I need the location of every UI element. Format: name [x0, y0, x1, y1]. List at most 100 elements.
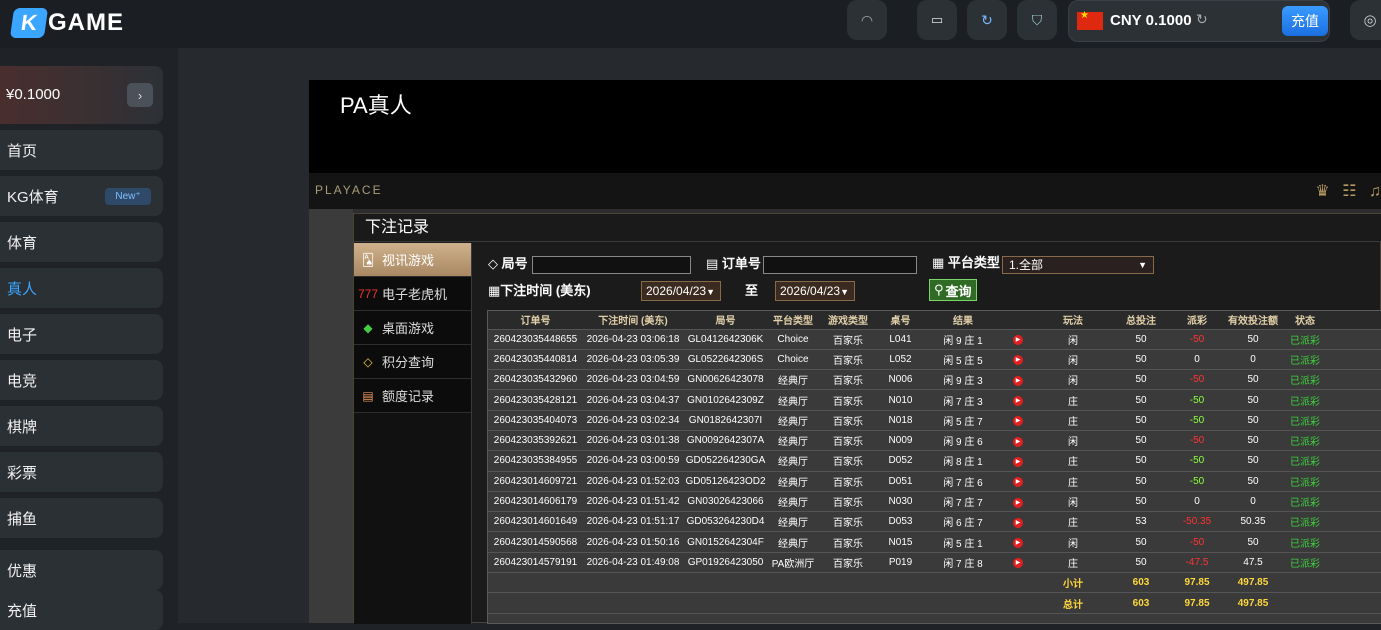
col-payout: 派彩: [1169, 311, 1225, 330]
currency-code: CNY: [1110, 12, 1142, 29]
to-label: 至: [745, 283, 759, 298]
menu-item-credit[interactable]: ▤ 额度记录: [354, 379, 471, 413]
cell-table-no: D053: [878, 511, 923, 533]
subtotal-spacer: [488, 572, 1033, 594]
kgame-logo[interactable]: K GAME: [9, 6, 124, 40]
cell-order-no: 260423014590568: [488, 531, 583, 553]
sidebar-item-cards[interactable]: 棋牌: [0, 406, 163, 446]
extra-cell: [1329, 389, 1381, 411]
cell-play: 闲: [1033, 349, 1113, 371]
table-row: 260423014609721 2026-04-23 01:52:03 GD0512…: [488, 471, 1381, 492]
cell-round-no: GN0182642307I: [683, 410, 768, 431]
date-from-picker[interactable]: 2026/04/23▼: [641, 281, 721, 301]
sidebar-item-lottery[interactable]: 彩票: [0, 452, 163, 492]
chat-icon[interactable]: ☷: [1342, 183, 1356, 200]
play-icon[interactable]: ▶: [1013, 436, 1023, 447]
play-icon[interactable]: ▶: [1013, 335, 1023, 346]
total-valid: 497.85: [1225, 592, 1281, 614]
round-input[interactable]: [532, 256, 691, 274]
play-icon[interactable]: ▶: [1013, 416, 1023, 427]
replay-cell: ▶: [1003, 430, 1033, 452]
cell-round-no: GD05126423OD2: [683, 471, 768, 492]
shield-icon: ⛉: [1031, 11, 1043, 28]
sidebar-item-slots[interactable]: 电子: [0, 314, 163, 354]
speed-button[interactable]: ◠: [847, 0, 887, 40]
subtotal-row: 小计 603 97.85 497.85: [488, 572, 1381, 594]
table-row: 260423035440814 2026-04-23 03:05:39 GL0522…: [488, 349, 1381, 371]
menu-item-points[interactable]: ◇ 积分查询: [354, 345, 471, 379]
play-icon[interactable]: ▶: [1013, 355, 1023, 366]
play-icon[interactable]: ▶: [1013, 538, 1023, 549]
sidebar-item-home[interactable]: 首页: [0, 130, 163, 170]
cell-play: 闲: [1033, 329, 1113, 350]
platform-select[interactable]: 1.全部 ▼: [1002, 256, 1154, 274]
sidebar-item-promotions[interactable]: 优惠: [0, 550, 163, 590]
play-icon[interactable]: ▶: [1013, 396, 1023, 407]
music-icon[interactable]: ♫: [1369, 183, 1381, 200]
cell-table-no: L052: [878, 349, 923, 371]
sidebar-item-esports[interactable]: 电竞: [0, 360, 163, 400]
cell-result: 闲 7 庄 8: [923, 552, 1003, 574]
play-icon[interactable]: ▶: [1013, 456, 1023, 467]
cell-platform: Choice: [768, 329, 818, 350]
col-game-type: 游戏类型: [818, 311, 878, 330]
cell-bet-time: 2026-04-23 03:04:59: [583, 369, 683, 391]
cell-payout: -50: [1169, 389, 1225, 411]
table-row: 260423014606179 2026-04-23 01:51:42 GN0302…: [488, 491, 1381, 513]
play-icon[interactable]: ▶: [1013, 375, 1023, 386]
extra-cell: [1329, 349, 1381, 371]
play-icon[interactable]: ▶: [1013, 517, 1023, 528]
cell-total-bet: 50: [1113, 349, 1169, 371]
play-icon[interactable]: ▶: [1013, 477, 1023, 488]
cell-table-no: N018: [878, 410, 923, 431]
search-button[interactable]: ⚲ 查询: [929, 279, 977, 301]
cell-bet-time: 2026-04-23 03:04:37: [583, 389, 683, 411]
sidebar-item-recharge[interactable]: 充值: [0, 590, 163, 630]
sidebar-item-label: 体育: [7, 234, 38, 252]
cell-status: 已派彩: [1281, 329, 1329, 350]
play-icon[interactable]: ▶: [1013, 497, 1023, 508]
order-input[interactable]: [763, 256, 917, 274]
date-to-picker[interactable]: 2026/04/23▼: [775, 281, 855, 301]
menu-item-slots[interactable]: 777 电子老虎机: [354, 277, 471, 311]
cell-play: 庄: [1033, 389, 1113, 411]
sidebar-item-label: 真人: [7, 280, 38, 298]
sidebar-item-sports[interactable]: 体育: [0, 222, 163, 262]
refresh-button[interactable]: ↻: [967, 0, 1007, 40]
refresh-balance-icon[interactable]: ↻: [1196, 11, 1208, 28]
table-body: 260423035448655 2026-04-23 03:06:18 GL0412…: [488, 329, 1381, 574]
tag-icon: ◇: [488, 256, 498, 271]
total-row: 总计 603 97.85 497.85: [488, 592, 1381, 614]
cell-total-bet: 50: [1113, 531, 1169, 553]
document-icon: ▤: [362, 388, 374, 403]
cell-bet-time: 2026-04-23 03:05:39: [583, 349, 683, 371]
cell-valid-bet: 50: [1225, 329, 1281, 350]
cell-result: 闲 8 庄 1: [923, 450, 1003, 472]
cell-valid-bet: 50: [1225, 450, 1281, 472]
chevron-right-icon[interactable]: ›: [127, 83, 153, 107]
vip-button[interactable]: ⛉: [1017, 0, 1057, 40]
language-button[interactable]: ◎: [1350, 0, 1381, 40]
order-label-text: 订单号: [721, 256, 761, 271]
sidebar-item-fishing[interactable]: 捕鱼: [0, 498, 163, 538]
cell-order-no: 260423035404073: [488, 410, 583, 431]
menu-item-label: 桌面游戏: [382, 321, 435, 336]
sidebar-item-label: 棋牌: [7, 418, 38, 436]
table-row: 260423035404073 2026-04-23 03:02:34 GN0182…: [488, 410, 1381, 431]
bet-record-panel: 下注记录 🂡 视讯游戏 777 电子老虎机 ◆ 桌面游戏 ◇ 积分查询 ▤ 额度记录 ◇ …: [353, 213, 1381, 624]
wallet-toggle-button[interactable]: ▭: [917, 0, 957, 40]
diamond-icon: ◇: [363, 354, 373, 369]
extra-cell: [1329, 531, 1381, 553]
recharge-button[interactable]: 充值: [1282, 6, 1328, 36]
menu-item-live-games[interactable]: 🂡 视讯游戏: [354, 243, 471, 277]
cell-game-type: 百家乐: [818, 329, 878, 350]
cell-status: 已派彩: [1281, 450, 1329, 472]
crown-icon[interactable]: ♛: [1315, 183, 1329, 200]
sidebar-item-live[interactable]: 真人: [0, 268, 163, 308]
record-menu: 🂡 视讯游戏 777 电子老虎机 ◆ 桌面游戏 ◇ 积分查询 ▤ 额度记录: [354, 243, 472, 624]
sidebar-item-label: 捕鱼: [7, 510, 38, 528]
menu-item-table-games[interactable]: ◆ 桌面游戏: [354, 311, 471, 345]
cell-round-no: GN03026423066: [683, 491, 768, 513]
play-icon[interactable]: ▶: [1013, 558, 1023, 569]
sidebar-item-kg-sports[interactable]: KG体育 New⁺: [0, 176, 163, 216]
